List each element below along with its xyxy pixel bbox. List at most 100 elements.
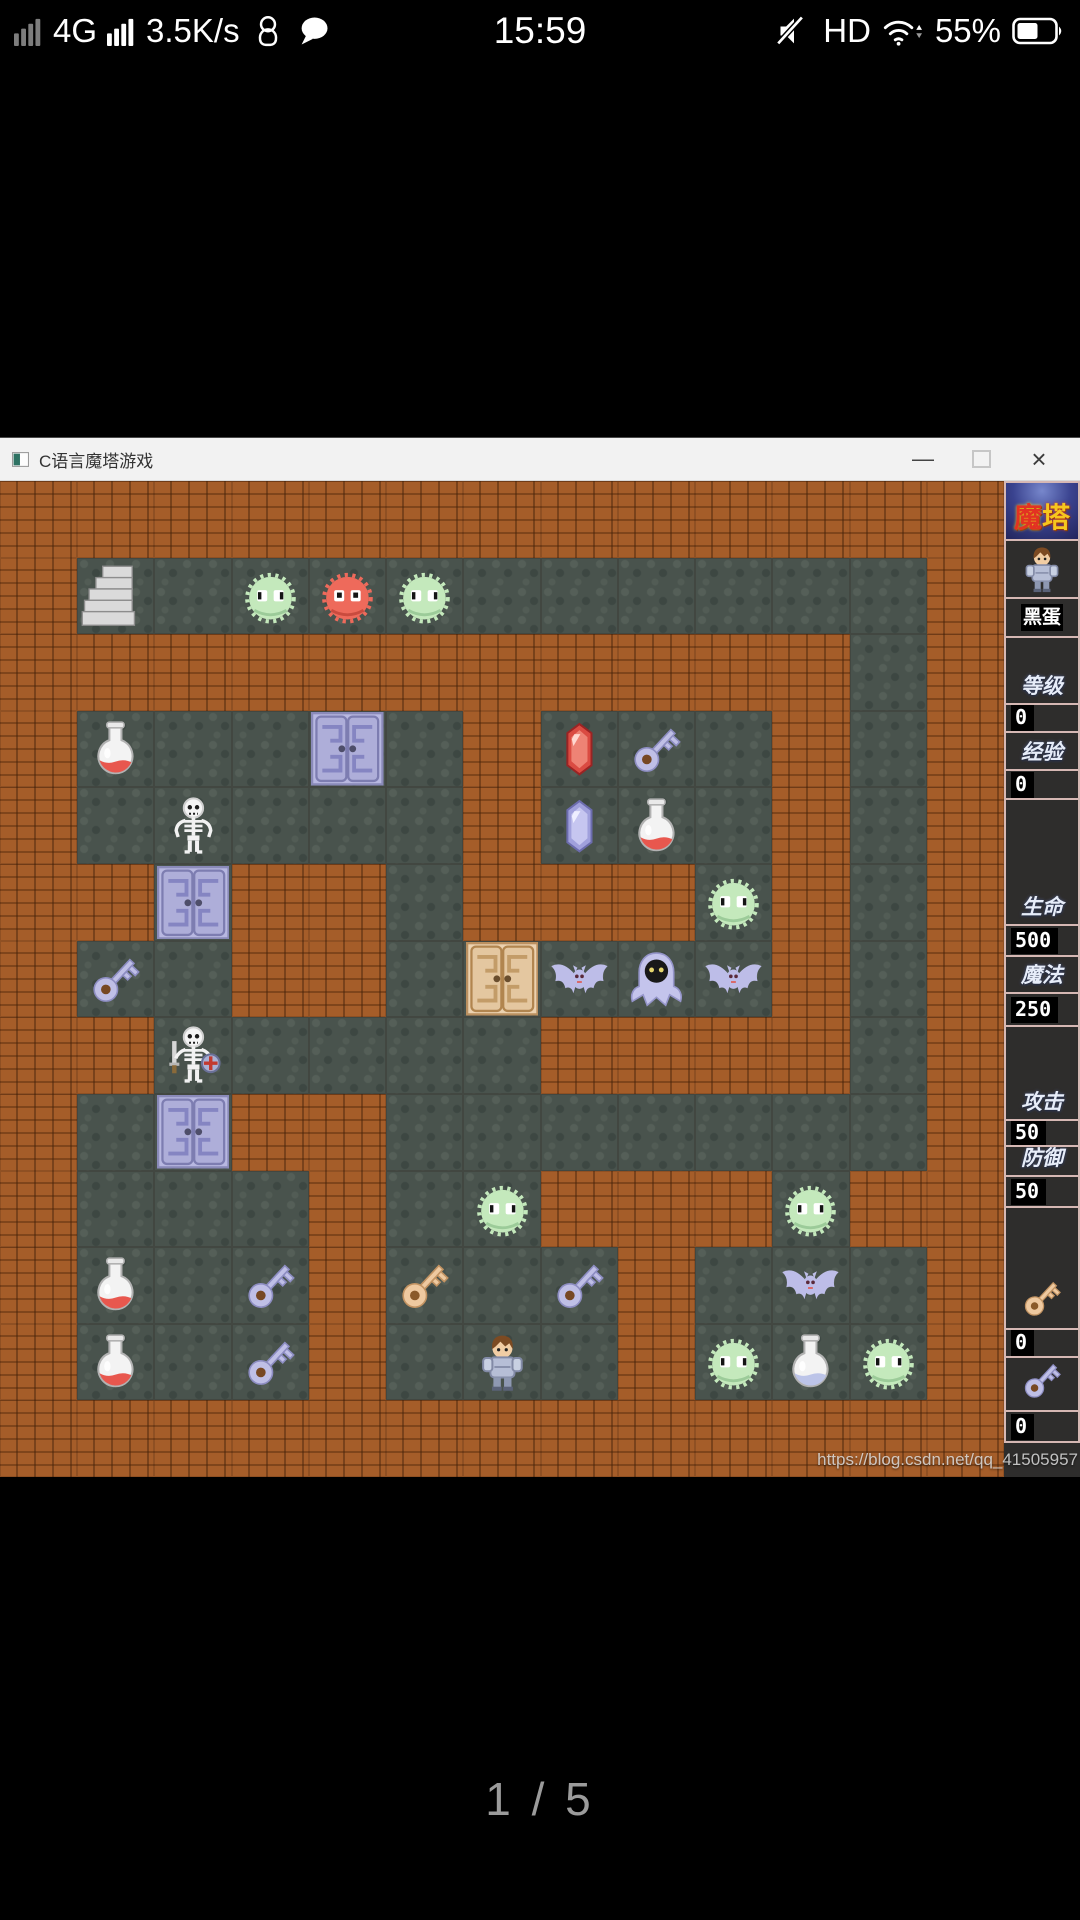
stone-floor-tile xyxy=(77,1093,155,1171)
brick-wall-tile xyxy=(308,481,387,558)
stone-floor-tile xyxy=(308,787,387,865)
stairs-icon xyxy=(80,559,153,633)
red-potion-tile xyxy=(77,1323,155,1401)
stone-floor-tile xyxy=(154,1247,232,1324)
brick-wall-tile xyxy=(386,481,464,558)
blue-gem-icon xyxy=(547,794,612,858)
green-slime-icon xyxy=(238,564,303,628)
stone-floor-tile xyxy=(463,1093,541,1171)
status-text: 4G xyxy=(53,12,98,49)
skeleton-warrior-icon xyxy=(161,1023,226,1087)
blue-key-icon xyxy=(1004,1356,1080,1412)
hero-name-text: 黑蛋 xyxy=(1020,604,1063,631)
stat-value-text: 0 xyxy=(1011,771,1035,798)
brick-wall-tile xyxy=(0,787,78,865)
blue-potion-icon xyxy=(778,1330,843,1394)
stat-value: 0 xyxy=(1004,1328,1080,1358)
green-slime-tile xyxy=(849,1323,927,1401)
hero-name: 黑蛋 xyxy=(1004,597,1080,638)
watermark: https://blog.csdn.net/qq_41505957 xyxy=(817,1450,1078,1469)
bat-icon xyxy=(778,1253,843,1317)
brick-wall-tile xyxy=(0,1093,78,1171)
brick-wall-tile xyxy=(926,940,1004,1018)
brick-wall-tile xyxy=(463,787,541,865)
green-slime-tile xyxy=(772,1170,850,1248)
brick-wall-tile xyxy=(617,481,696,558)
green-slime-icon xyxy=(470,1177,535,1241)
yellow-door-tile xyxy=(463,940,541,1018)
red-potion-icon xyxy=(83,1330,148,1394)
stat-value-text: 500 xyxy=(1011,927,1059,954)
window-titlebar[interactable]: C语言魔塔游戏 — × xyxy=(0,438,1080,481)
stone-floor-tile xyxy=(386,1323,464,1401)
blue-key-icon xyxy=(238,1253,303,1317)
stat-label: 等级 xyxy=(1004,636,1080,705)
stone-floor-tile xyxy=(154,557,232,635)
yellow-key-icon xyxy=(392,1253,457,1317)
brick-wall-tile xyxy=(154,1400,232,1477)
minimize-button[interactable]: — xyxy=(894,438,952,480)
brick-wall-tile xyxy=(695,634,773,711)
stone-floor-tile xyxy=(386,1170,464,1248)
brick-wall-tile xyxy=(231,1400,309,1477)
skeleton-warrior-tile xyxy=(154,1017,232,1094)
app-icon xyxy=(12,451,29,467)
brick-wall-tile xyxy=(231,481,309,558)
brick-wall-tile xyxy=(540,1400,618,1477)
brick-wall-tile xyxy=(617,864,696,941)
brick-wall-tile xyxy=(617,1323,696,1401)
brick-wall-tile xyxy=(308,1170,387,1248)
logo-char: 塔 xyxy=(1042,503,1071,534)
brick-wall-tile xyxy=(926,1017,1004,1094)
stone-floor-tile xyxy=(849,1247,927,1324)
stone-floor-tile xyxy=(463,1017,541,1094)
yellow-key-tile xyxy=(386,1247,464,1324)
signal-bars-icon xyxy=(107,17,136,46)
red-potion-tile xyxy=(77,1247,155,1324)
stone-floor-tile xyxy=(77,1170,155,1248)
stat-label: 防御 xyxy=(1004,1145,1080,1177)
stone-floor-tile xyxy=(463,1247,541,1324)
stone-floor-tile xyxy=(849,634,927,711)
bat-tile xyxy=(772,1247,850,1324)
game-window: C语言魔塔游戏 — × 魔塔黑蛋 等级 0 经验 0 生命 500 魔法 250 攻击 50 防御 50… xyxy=(0,437,1080,1477)
blue-door-tile xyxy=(308,710,387,788)
green-slime-icon xyxy=(392,564,457,628)
stat-value: 250 xyxy=(1004,992,1080,1027)
green-slime-tile xyxy=(231,557,309,635)
logo-char: 魔 xyxy=(1013,503,1042,534)
hero-icon xyxy=(470,1330,535,1394)
stat-value: 500 xyxy=(1004,924,1080,957)
brick-wall-tile xyxy=(926,864,1004,941)
brick-wall-tile xyxy=(77,864,155,941)
stone-floor-tile xyxy=(540,1093,618,1171)
brick-wall-tile xyxy=(849,481,927,558)
blue-key-icon xyxy=(547,1253,612,1317)
stone-floor-tile xyxy=(386,1093,464,1171)
green-slime-tile xyxy=(695,864,773,941)
maximize-icon xyxy=(971,450,991,468)
brick-wall-tile xyxy=(0,481,78,558)
close-button[interactable]: × xyxy=(1010,438,1068,480)
mute-icon xyxy=(776,13,812,49)
status-text: 55% xyxy=(934,12,1001,49)
red-potion-icon xyxy=(83,1253,148,1317)
stone-floor-tile xyxy=(695,787,773,865)
skeleton-icon xyxy=(161,794,226,858)
brick-wall-tile xyxy=(463,1400,541,1477)
stone-floor-tile xyxy=(77,787,155,865)
maximize-button[interactable] xyxy=(952,438,1010,480)
status-bar: 4G 3.5K/s 15:59 HD 55% xyxy=(0,0,1080,62)
brick-wall-tile xyxy=(617,1400,696,1477)
status-time: 15:59 xyxy=(493,10,587,51)
blue-door-icon xyxy=(156,1095,230,1169)
stone-floor-tile xyxy=(463,557,541,635)
bat-tile xyxy=(695,940,773,1018)
window-controls: — × xyxy=(894,438,1080,480)
stat-value-text: 50 xyxy=(1011,1178,1047,1205)
signal-bars-dim-icon xyxy=(14,17,43,46)
blue-key-icon xyxy=(624,717,689,781)
blue-potion-tile xyxy=(772,1323,850,1401)
blue-door-icon xyxy=(156,865,230,940)
chat-bubble-icon xyxy=(296,13,332,49)
